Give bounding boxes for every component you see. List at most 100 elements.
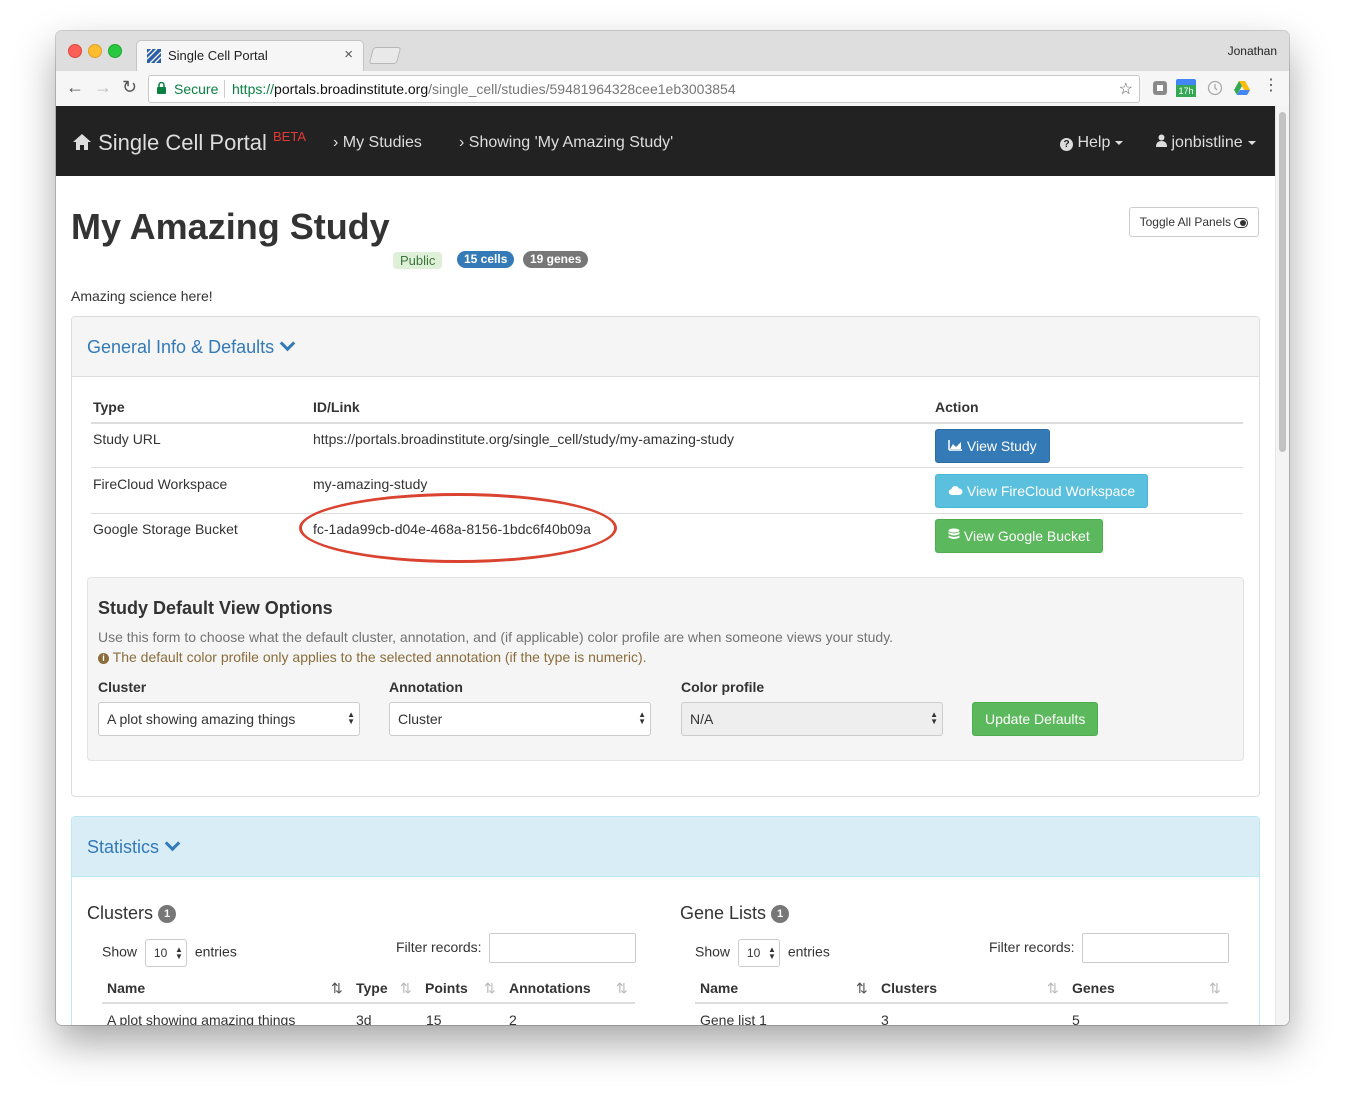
- reload-icon[interactable]: ↻: [122, 78, 137, 96]
- view-study-label: View Study: [966, 438, 1037, 454]
- clusters-col-annotations[interactable]: Annotations: [509, 980, 591, 996]
- toggle-icon: [1234, 217, 1249, 228]
- view-firecloud-workspace-button[interactable]: View FireCloud Workspace: [935, 474, 1149, 508]
- color-profile-select-value: N/A: [690, 711, 714, 727]
- cluster-select[interactable]: A plot showing amazing things ▲ ▼: [98, 702, 360, 736]
- gene-list-row-name: Gene list 1: [700, 1012, 767, 1025]
- url-text[interactable]: https://portals.broadinstitute.org/singl…: [232, 81, 736, 97]
- chevron-right-icon: ›: [459, 134, 465, 151]
- study-title: My Amazing Study: [71, 206, 390, 247]
- default-view-options-form: Study Default View Options Use this form…: [87, 577, 1244, 761]
- calendar-extension-icon[interactable]: 17h: [1176, 79, 1196, 97]
- nav-current-study-label: Showing 'My Amazing Study': [468, 134, 674, 151]
- view-study-button[interactable]: View Study: [935, 429, 1050, 463]
- col-header-action: Action: [935, 399, 979, 415]
- browser-toolbar: ← → ↻ Secure https://portals.broadinstit…: [56, 71, 1289, 107]
- gene-lists-filter-input[interactable]: [1082, 933, 1229, 963]
- gene-lists-length-select[interactable]: 10 ▲ ▼: [737, 939, 780, 967]
- clusters-col-name[interactable]: Name: [107, 980, 145, 996]
- nav-my-studies[interactable]: › My Studies: [333, 134, 422, 152]
- update-defaults-button[interactable]: Update Defaults: [972, 702, 1099, 736]
- tab-close-icon[interactable]: ×: [344, 46, 353, 63]
- form-warning-label: The default color profile only applies t…: [112, 649, 647, 665]
- menu-kebab-icon[interactable]: ⋮: [1263, 77, 1279, 95]
- address-bar[interactable]: Secure https://portals.broadinstitute.or…: [148, 75, 1140, 103]
- genes-badge: 19 genes: [523, 251, 589, 268]
- sort-icon[interactable]: ⇅: [616, 980, 628, 997]
- secure-label: Secure: [174, 81, 219, 97]
- new-tab-button[interactable]: [368, 47, 402, 64]
- browser-tab[interactable]: Single Cell Portal ×: [136, 40, 364, 72]
- table-row-divider: [91, 513, 1243, 514]
- user-label: jonbistline: [1171, 134, 1243, 151]
- clusters-length-select[interactable]: 10 ▲ ▼: [144, 939, 187, 967]
- clusters-col-points[interactable]: Points: [425, 980, 468, 996]
- gene-list-row-clusters: 3: [881, 1012, 889, 1025]
- statistics-panel-heading[interactable]: Statistics: [72, 817, 1259, 877]
- gene-lists-heading: Gene Lists 1: [680, 903, 790, 924]
- help-menu[interactable]: ? Help: [1060, 134, 1124, 152]
- gene-lists-length-control: Show 10 ▲ ▼ entries: [695, 939, 830, 967]
- sort-asc-icon[interactable]: ⇅: [856, 980, 868, 997]
- nav-current-study[interactable]: › Showing 'My Amazing Study': [459, 134, 673, 152]
- database-icon: [948, 528, 960, 539]
- url-separator: [224, 80, 225, 98]
- sort-icon[interactable]: ⇅: [484, 980, 496, 997]
- question-circle-icon: ?: [1060, 138, 1073, 151]
- select-arrows-icon: ▲ ▼: [768, 945, 776, 961]
- sort-icon[interactable]: ⇅: [1209, 980, 1221, 997]
- view-google-bucket-button[interactable]: View Google Bucket: [935, 519, 1103, 553]
- gene-lists-col-name[interactable]: Name: [700, 980, 738, 996]
- drive-icon[interactable]: [1234, 80, 1250, 96]
- annotation-select[interactable]: Cluster ▲ ▼: [389, 702, 651, 736]
- general-info-title[interactable]: General Info & Defaults: [87, 335, 296, 358]
- cells-badge: 15 cells: [457, 251, 515, 268]
- clusters-filter-input[interactable]: [489, 933, 636, 963]
- visibility-label: Public: [393, 252, 443, 269]
- gene-lists-col-clusters[interactable]: Clusters: [881, 980, 937, 996]
- sort-asc-icon[interactable]: ⇅: [331, 980, 343, 997]
- chevron-down-icon: [164, 835, 181, 852]
- annotation-select-value: Cluster: [398, 711, 443, 727]
- back-arrow-icon[interactable]: ←: [66, 78, 84, 96]
- color-profile-select[interactable]: N/A ▲ ▼: [681, 702, 943, 736]
- sort-icon[interactable]: ⇅: [400, 980, 412, 997]
- general-info-panel-heading[interactable]: General Info & Defaults: [72, 317, 1259, 377]
- clock-extension-icon[interactable]: [1207, 80, 1223, 96]
- window-maximize-button[interactable]: [108, 44, 122, 58]
- row-type: Google Storage Bucket: [93, 521, 238, 537]
- scrollbar[interactable]: [1275, 106, 1289, 1025]
- window-minimize-button[interactable]: [88, 44, 102, 58]
- app-navbar: Single Cell Portal BETA › My Studies › S…: [56, 106, 1275, 176]
- gene-lists-col-genes[interactable]: Genes: [1072, 980, 1115, 996]
- beta-label: BETA: [273, 129, 306, 144]
- cluster-select-value: A plot showing amazing things: [107, 711, 296, 727]
- clusters-col-type[interactable]: Type: [356, 980, 388, 996]
- study-description: Amazing science here!: [71, 288, 213, 304]
- form-help-text: Use this form to choose what the default…: [98, 629, 894, 645]
- forward-arrow-icon[interactable]: →: [94, 78, 112, 96]
- browser-profile-name[interactable]: Jonathan: [1228, 44, 1277, 58]
- study-url-link[interactable]: https://portals.broadinstitute.org/singl…: [313, 431, 734, 447]
- cluster-label: Cluster: [98, 679, 147, 695]
- sort-icon[interactable]: ⇅: [1047, 980, 1059, 997]
- cluster-row-points: 15: [426, 1012, 442, 1025]
- tab-title: Single Cell Portal: [168, 48, 268, 63]
- brand-name: Single Cell Portal: [98, 130, 267, 155]
- form-warning-text: i The default color profile only applies…: [98, 649, 647, 665]
- scrollbar-thumb[interactable]: [1279, 112, 1286, 452]
- caret-down-icon: [1115, 140, 1124, 145]
- caret-down-icon: [1247, 140, 1256, 145]
- window-close-button[interactable]: [68, 44, 82, 58]
- extension-icon[interactable]: [1152, 80, 1168, 96]
- user-menu[interactable]: jonbistline: [1156, 134, 1256, 152]
- brand-link[interactable]: Single Cell Portal BETA: [72, 129, 306, 156]
- toggle-all-panels-button[interactable]: Toggle All Panels: [1129, 207, 1259, 237]
- statistics-title[interactable]: Statistics: [87, 835, 181, 858]
- bookmark-star-icon[interactable]: ☆: [1119, 79, 1133, 99]
- tab-strip: Single Cell Portal × Jonathan: [56, 31, 1289, 72]
- chevron-down-icon: [279, 335, 296, 352]
- select-arrows-icon: ▲ ▼: [638, 710, 646, 726]
- select-arrows-icon: ▲ ▼: [930, 710, 938, 726]
- row-type: FireCloud Workspace: [93, 476, 228, 492]
